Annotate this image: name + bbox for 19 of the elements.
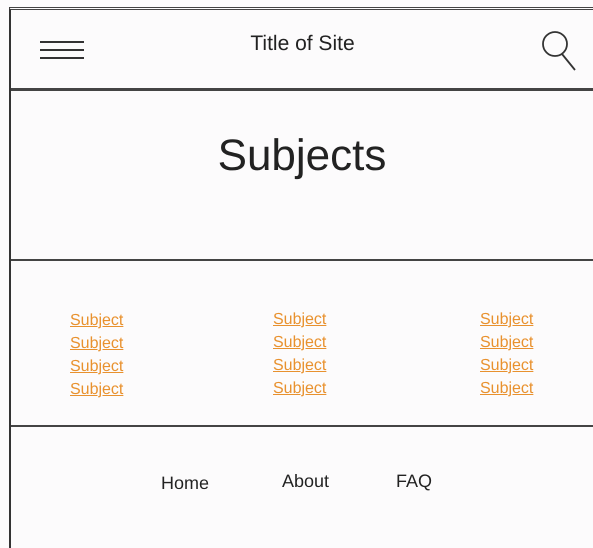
subject-link[interactable]: Subject [273,377,326,400]
subject-link[interactable]: Subject [273,354,326,377]
footer-nav-link[interactable]: FAQ [396,471,432,494]
subject-link[interactable]: Subject [480,377,534,400]
footer-nav-link[interactable]: Home [161,473,282,494]
subject-link[interactable]: Subject [70,355,124,378]
subject-link[interactable]: Subject [70,332,124,355]
subject-link[interactable]: Subject [273,308,326,331]
subject-link[interactable]: Subject [70,378,124,401]
subject-link[interactable]: Subject [480,308,534,331]
footer-nav-link[interactable]: About [282,471,396,494]
menu-icon[interactable] [40,40,84,60]
subject-link[interactable]: Subject [70,309,124,332]
page-heading: Subjects [218,130,386,182]
subject-link[interactable]: Subject [273,331,326,354]
site-title: Title of Site [249,32,356,56]
search-icon[interactable] [541,30,577,72]
subject-link[interactable]: Subject [480,354,534,377]
subject-link[interactable]: Subject [480,331,534,354]
